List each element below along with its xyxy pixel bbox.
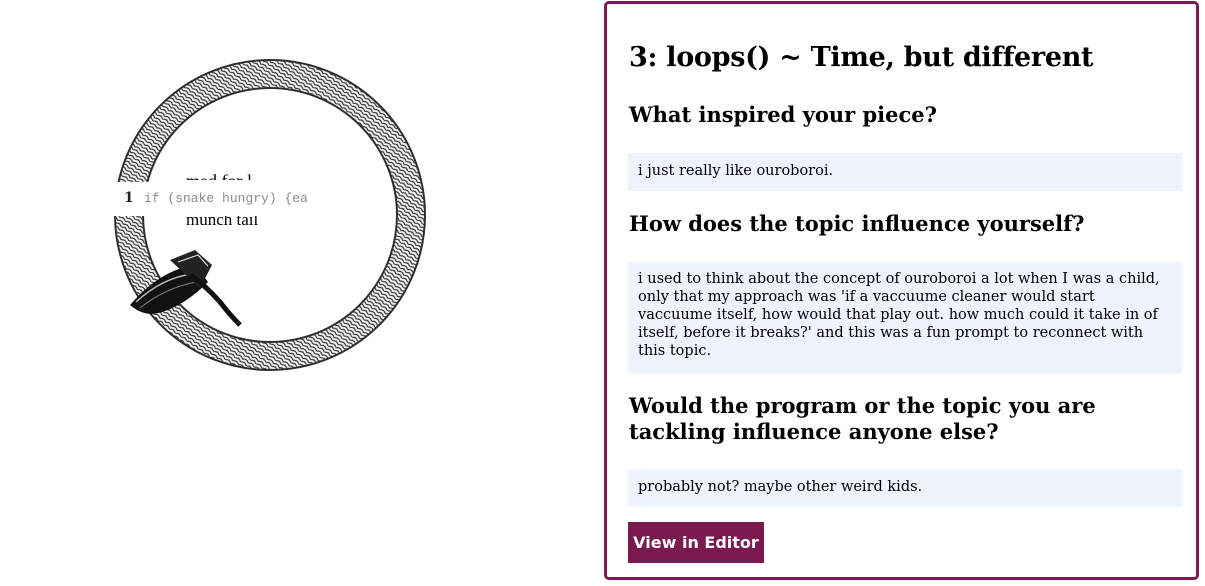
page-title: 3: loops() ~ Time, but different <box>629 42 1094 73</box>
question-heading: How does the topic influence yourself? <box>629 211 1085 236</box>
code-snippet: 1 if (snake hungry) {ea <box>112 182 342 216</box>
answer-box: i used to think about the concept of our… <box>628 262 1182 374</box>
answer-box: i just really like ouroboroi. <box>628 153 1182 191</box>
artwork-area: med for l munch tail 1 if (snake hungry)… <box>0 0 600 586</box>
answer-box: probably not? maybe other weird kids. <box>628 469 1182 507</box>
code-line-number: 1 <box>124 190 134 206</box>
project-card: 3: loops() ~ Time, but different What in… <box>604 1 1199 580</box>
code-line-text: if (snake hungry) {ea <box>144 191 308 206</box>
question-heading: Would the program or the topic you are t… <box>629 393 1096 444</box>
question-heading: What inspired your piece? <box>629 102 937 127</box>
art-caption-top: med for l <box>186 170 252 180</box>
view-in-editor-button[interactable]: View in Editor <box>628 522 764 563</box>
